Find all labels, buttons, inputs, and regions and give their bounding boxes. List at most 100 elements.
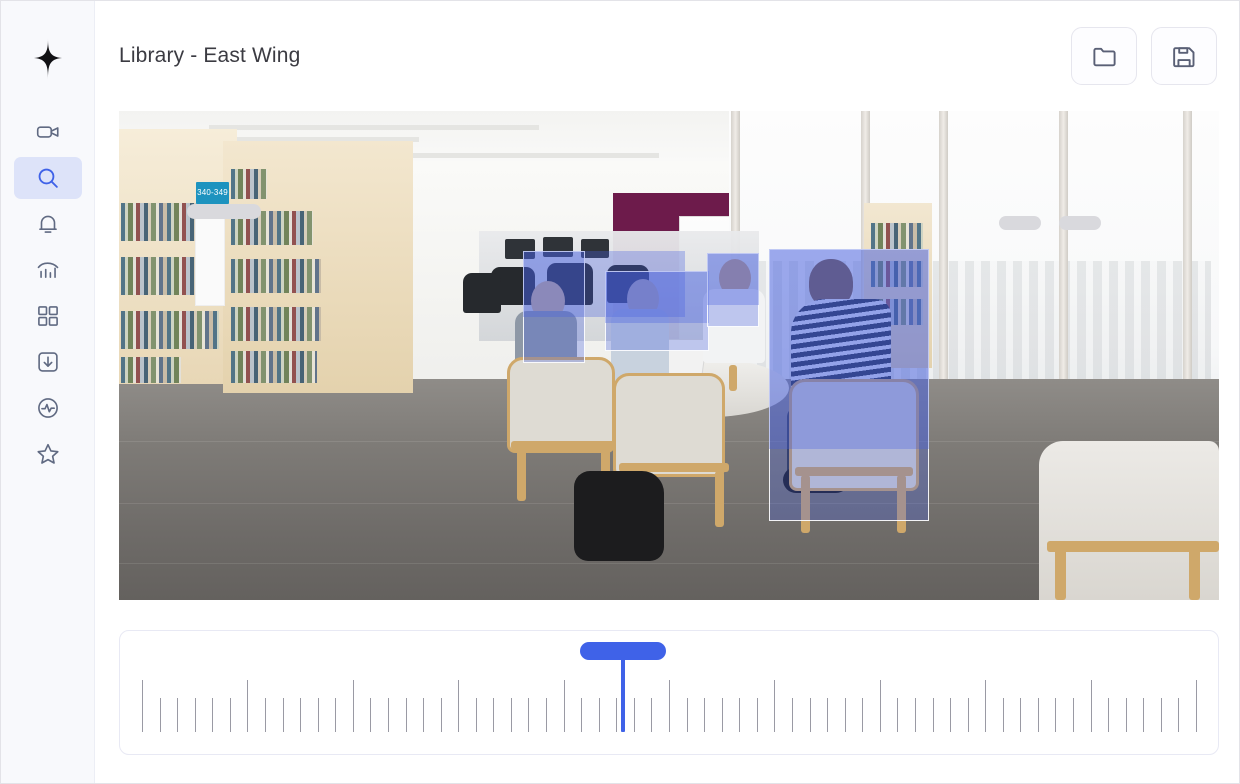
ruler-tick-minor xyxy=(598,698,600,732)
ruler-tick-minor xyxy=(510,698,512,732)
ruler-tick-minor xyxy=(212,698,214,732)
activity-pulse-icon xyxy=(35,395,61,421)
scene-chair-leg xyxy=(1055,549,1066,600)
topbar: Library - East Wing xyxy=(95,1,1239,111)
shelf-notice-paper xyxy=(195,213,225,306)
ruler-tick-minor xyxy=(756,698,758,732)
ruler-tick-minor xyxy=(1055,698,1057,732)
timeline-ruler[interactable] xyxy=(142,680,1197,732)
ruler-tick-minor xyxy=(651,698,653,732)
ruler-tick-minor xyxy=(1108,698,1110,732)
scene-lounge-chair xyxy=(613,373,725,477)
ruler-tick-minor xyxy=(317,698,319,732)
ruler-tick-minor xyxy=(686,698,688,732)
ruler-tick-minor xyxy=(405,698,407,732)
scene-books xyxy=(231,169,267,199)
ruler-tick-minor xyxy=(1073,698,1075,732)
ruler-tick-major xyxy=(669,680,670,732)
ruler-tick-major xyxy=(985,680,987,732)
ruler-tick-minor xyxy=(862,698,864,732)
sidebar-item-favorites[interactable] xyxy=(14,433,82,475)
detection-fill-person-2 xyxy=(605,271,709,323)
ruler-tick-minor xyxy=(791,698,793,732)
ruler-tick-minor xyxy=(616,698,618,732)
timeline-playhead[interactable] xyxy=(579,642,666,732)
video-frame-image: 340-349 xyxy=(119,111,1219,600)
page-title: Library - East Wing xyxy=(119,44,301,67)
ruler-tick-minor xyxy=(827,698,829,732)
ruler-tick-major xyxy=(352,680,354,732)
ruler-tick-minor xyxy=(1020,698,1022,732)
ruler-tick-major xyxy=(458,680,460,732)
ruler-tick-minor xyxy=(932,698,934,732)
ruler-tick-minor xyxy=(704,698,706,732)
sidebar-item-search[interactable] xyxy=(13,157,82,199)
ruler-tick-minor xyxy=(159,698,161,732)
ruler-tick-minor xyxy=(1037,698,1039,732)
ruler-tick-minor xyxy=(264,698,266,732)
scene-chair-leg xyxy=(517,449,526,501)
scene-books xyxy=(871,223,923,249)
ruler-tick-minor xyxy=(739,698,741,732)
floppy-save-icon xyxy=(1171,43,1198,70)
timeline-panel[interactable] xyxy=(119,630,1219,755)
scene-books xyxy=(121,311,219,349)
ruler-tick-minor xyxy=(493,698,495,732)
ruler-tick-major xyxy=(774,680,776,732)
ruler-tick-major xyxy=(879,680,881,732)
scene-chair-leg xyxy=(1189,549,1200,600)
ruler-tick-major xyxy=(1196,680,1197,732)
ruler-tick-minor xyxy=(282,698,284,732)
ruler-tick-major xyxy=(142,680,143,732)
ruler-tick-minor xyxy=(914,698,916,732)
ruler-tick-minor xyxy=(633,698,635,732)
scene-books xyxy=(231,259,321,293)
ruler-tick-minor xyxy=(335,698,337,732)
scene-lounge-chair xyxy=(507,357,615,453)
scene-office-chair xyxy=(463,273,501,313)
scene-books xyxy=(231,307,321,341)
chart-line-icon xyxy=(35,257,61,283)
sidebar-item-alerts[interactable] xyxy=(14,203,82,245)
sidebar-item-analytics[interactable] xyxy=(14,249,82,291)
sidebar-item-grid[interactable] xyxy=(14,295,82,337)
video-viewer[interactable]: 340-349 xyxy=(119,111,1219,600)
ruler-tick-minor xyxy=(1143,698,1145,732)
sidebar-item-camera[interactable] xyxy=(14,111,82,153)
ruler-tick-minor xyxy=(194,698,196,732)
ruler-tick-minor xyxy=(1178,698,1180,732)
ruler-tick-minor xyxy=(177,698,179,732)
ruler-tick-minor xyxy=(423,698,425,732)
main-area: Library - East Wing 340-349 xyxy=(95,1,1239,783)
sidebar-nav xyxy=(1,111,94,475)
ruler-tick-minor xyxy=(581,698,583,732)
ruler-tick-major xyxy=(247,680,249,732)
timeline-playhead-handle[interactable] xyxy=(579,642,666,660)
sidebar xyxy=(1,1,95,783)
download-box-icon xyxy=(35,349,61,375)
sparkle-logo-icon[interactable] xyxy=(24,35,72,83)
ruler-tick-minor xyxy=(809,698,811,732)
ruler-tick-minor xyxy=(1160,698,1162,732)
topbar-actions xyxy=(1071,27,1217,85)
open-button[interactable] xyxy=(1071,27,1137,85)
ruler-tick-minor xyxy=(475,698,477,732)
scene-chair-leg xyxy=(715,471,724,527)
blurred-label xyxy=(1059,216,1101,230)
ruler-tick-major xyxy=(563,680,565,732)
ruler-tick-minor xyxy=(1002,698,1004,732)
sidebar-item-activity[interactable] xyxy=(14,387,82,429)
ruler-tick-minor xyxy=(440,698,442,732)
grid-icon xyxy=(35,303,61,329)
ruler-tick-minor xyxy=(844,698,846,732)
ruler-tick-minor xyxy=(528,698,530,732)
save-button[interactable] xyxy=(1151,27,1217,85)
sidebar-item-download[interactable] xyxy=(14,341,82,383)
scene-chair-frame xyxy=(511,441,615,450)
app-window: Library - East Wing 340-349 xyxy=(0,0,1240,784)
video-camera-icon xyxy=(35,119,61,145)
blurred-label xyxy=(187,204,261,219)
detection-fill-person-4 xyxy=(769,249,929,449)
star-icon xyxy=(35,441,61,467)
detection-fill-person-3 xyxy=(707,253,759,305)
